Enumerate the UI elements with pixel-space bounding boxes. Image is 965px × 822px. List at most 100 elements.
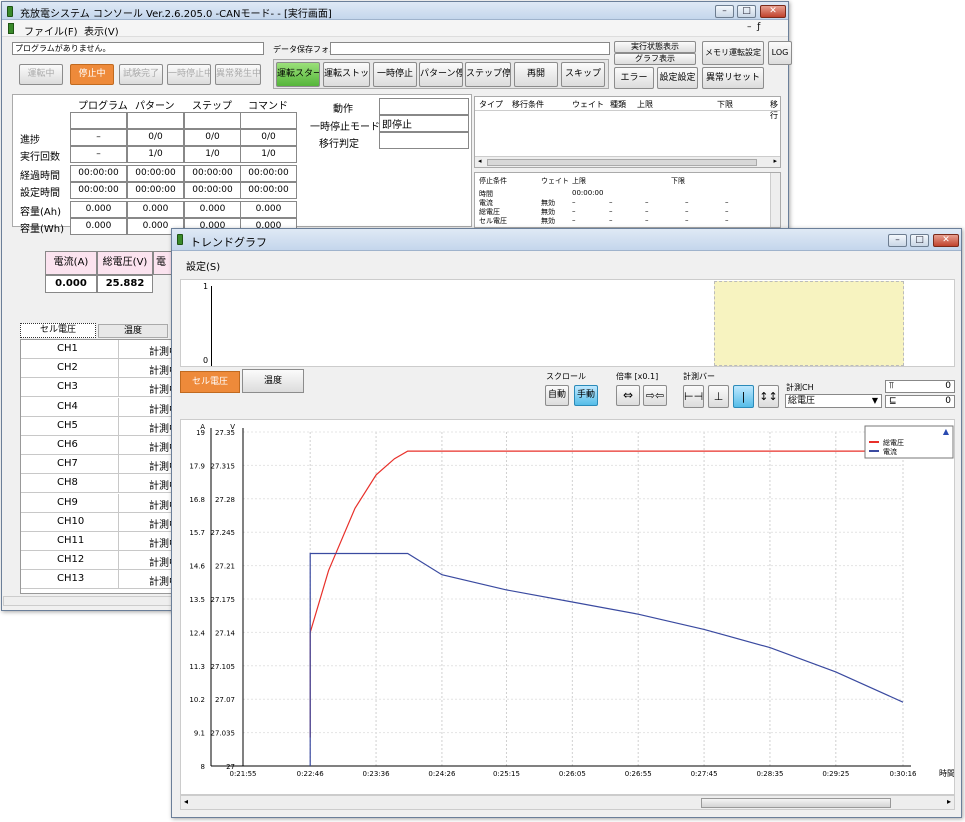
program-status: プログラムがありません。	[12, 42, 264, 55]
scroll-manual-button[interactable]: 手動	[574, 385, 598, 406]
stop-cell: –	[685, 198, 689, 206]
channel-name: CH7	[57, 458, 78, 470]
stop-vscrollbar[interactable]	[770, 173, 780, 227]
readout-panel: 電流(A) 総電圧(V) 電 0.000 25.882	[45, 251, 190, 293]
main-hscrollbar[interactable]	[3, 596, 178, 606]
zoom-shrink-icon[interactable]: ⇨⇦	[643, 385, 667, 406]
upper-plot: 1 0	[180, 279, 955, 367]
stopped-indicator: 停止中	[70, 64, 114, 85]
dropdown-arrow-icon: ▼	[871, 396, 878, 405]
trend-close-icon[interactable]: ✕	[933, 234, 959, 247]
trend-tab-cell-voltage[interactable]: セル電圧	[180, 371, 240, 393]
zoom-expand-icon[interactable]: ⇔	[616, 385, 640, 406]
bar-outer-icon[interactable]: ⊢⊣	[683, 385, 704, 408]
table-cell: 0/0	[127, 129, 184, 146]
channel-row[interactable]: CH3 計測中	[21, 378, 194, 398]
stop-cell: –	[609, 198, 613, 206]
channel-row[interactable]: CH1 計測中	[21, 340, 194, 359]
pause-button[interactable]: 一時停止	[373, 62, 417, 87]
trend-scroll-thumb[interactable]	[701, 798, 891, 808]
trend-minimize-icon[interactable]: –	[888, 234, 907, 247]
minimize-icon[interactable]: –	[715, 5, 734, 18]
memory-setting-button[interactable]: メモリ運転設定	[702, 41, 764, 65]
transition-list[interactable]: タイプ 移行条件 ウェイト 種類 上限 下限 移行 ◂ ▸	[474, 96, 781, 168]
channel-row[interactable]: CH9 計測中	[21, 493, 194, 513]
upper-plot-axis	[211, 286, 212, 366]
table-cell: 00:00:00	[240, 165, 297, 182]
trend-tab-temperature[interactable]: 温度	[242, 369, 304, 393]
channel-name: CH2	[57, 362, 78, 374]
legend-label: 電流	[883, 447, 897, 456]
channel-row[interactable]: CH11 計測中	[21, 532, 194, 551]
tab-temperature[interactable]: 温度	[98, 324, 168, 338]
table-cell: 00:00:00	[127, 165, 184, 182]
table-cell: 00:00:00	[184, 165, 241, 182]
bar-pair-icon[interactable]: ↕↕	[758, 385, 779, 408]
bar-inner-icon[interactable]: ⊥	[708, 385, 729, 408]
table-header: コマンド	[248, 101, 288, 112]
trend-title-bar[interactable]: トレンドグラフ – □ ✕	[172, 229, 961, 251]
log-button[interactable]: LOG	[768, 41, 792, 65]
menu-file[interactable]: ファイル(F)	[24, 23, 78, 38]
abnormal-reset-button[interactable]: 異常リセット	[702, 67, 764, 89]
data-folder-input[interactable]	[330, 42, 610, 55]
scroll-auto-button[interactable]: 自動	[545, 385, 569, 406]
column-divider	[118, 416, 119, 436]
channel-row[interactable]: CH10 計測中	[21, 512, 194, 532]
scroll-right-icon[interactable]: ▸	[773, 157, 777, 165]
trend-chart: 0:21:55 0:22:46 0:23:36 0:24:26 0:25:15 0:26:…	[189, 423, 954, 778]
tab-cell-voltage[interactable]: セル電圧	[20, 323, 96, 338]
channel-list[interactable]: CH1 計測中 CH2 計測中 CH3 計測中 CH4 計測中 CH5 計測中 CH6 計測中 CH7 計…	[20, 339, 195, 594]
trend-maximize-icon[interactable]: □	[910, 234, 929, 247]
menu-view[interactable]: 表示(V)	[84, 23, 119, 38]
hdr-lower: 下限	[717, 100, 733, 109]
y-right-tick-label: 27.07	[215, 696, 235, 704]
scroll-left-icon[interactable]: ◂	[478, 157, 482, 165]
column-divider	[118, 340, 119, 359]
mdi-restore-icon[interactable]: – ƒ	[747, 22, 760, 32]
run-stop-button[interactable]: 運転ストップ	[323, 62, 370, 87]
legend-label: 総電圧	[883, 438, 904, 447]
transition-hscrollbar[interactable]: ◂ ▸	[475, 156, 780, 167]
table-row-label: 容量(Wh)	[20, 224, 65, 235]
y-left-tick-label: 8	[201, 763, 205, 771]
table-cell: 0.000	[184, 201, 241, 218]
run-start-button[interactable]: 運転スタート	[276, 62, 320, 87]
scroll-thumb[interactable]	[487, 159, 757, 166]
settings-menu[interactable]: 設定(S)	[186, 258, 220, 273]
trend-hscrollbar[interactable]: ◂ ▸	[180, 795, 955, 810]
error-button[interactable]: エラー	[614, 67, 654, 89]
stop-cell: セル電圧	[479, 217, 507, 225]
exec-status-display-button[interactable]: 実行状態表示	[614, 41, 696, 53]
x-tick-label: 0:29:25	[822, 770, 849, 778]
bar1-value: 0	[945, 381, 951, 391]
channel-row[interactable]: CH8 計測中	[21, 474, 194, 494]
channel-row[interactable]: CH7 計測中	[21, 455, 194, 475]
channel-row[interactable]: CH4 計測中	[21, 397, 194, 417]
bar-single-icon[interactable]: |	[733, 385, 754, 408]
bar1-icon: ⫪	[889, 381, 895, 391]
channel-row[interactable]: CH6 計測中	[21, 436, 194, 455]
stop-conditions-list[interactable]: 停止条件 ウェイト 上限 下限 時間 00:00:00 電流 無効 – – – – – 総電圧 無効 – – – –…	[474, 172, 781, 228]
main-title-bar[interactable]: 充放電システム コンソール Ver.2.6.205.0 -CANモード- - […	[2, 2, 788, 20]
graph-display-button[interactable]: グラフ表示	[614, 53, 696, 65]
trend-scroll-right-icon[interactable]: ▸	[947, 797, 951, 806]
channel-row[interactable]: CH12 計測中	[21, 551, 194, 571]
table-row-label: 経過時間	[20, 171, 60, 182]
close-icon[interactable]: ✕	[760, 5, 786, 18]
resume-button[interactable]: 再開	[514, 62, 558, 87]
channel-row[interactable]: CH5 計測中	[21, 416, 194, 436]
maximize-icon[interactable]: □	[737, 5, 756, 18]
config-button[interactable]: 設定設定	[657, 67, 698, 89]
y-right-tick-label: 27.21	[215, 563, 235, 571]
step-stop-button[interactable]: ステップ停止	[465, 62, 511, 87]
skip-button[interactable]: スキップ	[561, 62, 605, 87]
stop-cell: –	[572, 198, 576, 206]
trend-scroll-left-icon[interactable]: ◂	[184, 797, 188, 806]
channel-row[interactable]: CH13 計測中	[21, 570, 194, 590]
pattern-stop-button[interactable]: パターン停止	[419, 62, 463, 87]
column-divider	[118, 359, 119, 379]
channel-row[interactable]: CH2 計測中	[21, 359, 194, 379]
measure-ch-select[interactable]: 総電圧 ▼	[785, 394, 882, 408]
upper-y-top: 1	[203, 282, 209, 291]
